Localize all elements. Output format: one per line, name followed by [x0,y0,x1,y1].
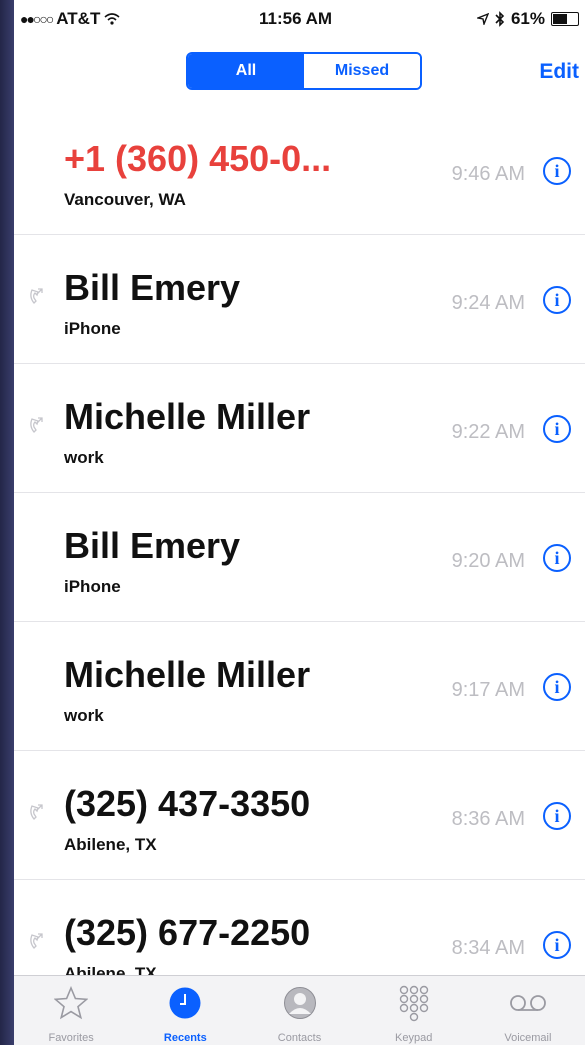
tab-favorites[interactable]: Favorites [14,976,128,1045]
status-time: 11:56 AM [259,9,333,28]
call-row[interactable]: Michelle Miller work 9:17 AM i [14,622,585,751]
keypad-icon [399,985,428,1022]
bluetooth-icon [495,11,505,27]
phone-screen: ●●○○○ AT&T 11:56 AM 61% All Missed Edit [14,0,585,1045]
tab-contacts[interactable]: Contacts [242,976,356,1045]
wifi-icon [104,13,120,25]
tab-label-contacts: Contacts [277,1032,322,1044]
info-icon[interactable]: i [543,286,571,314]
outgoing-call-icon [30,933,43,949]
info-icon[interactable]: i [543,673,571,701]
outgoing-call-icon [30,804,43,820]
device-frame [0,0,14,1045]
tab-label-keypad: Keypad [395,1032,433,1044]
recents-list: +1 (360) 450-0... Vancouver, WA 9:46 AM i Bi… [14,106,585,1009]
location-icon [476,13,489,25]
tab-voicemail[interactable]: Voicemail [471,976,585,1045]
tab-recents[interactable]: Recents [128,976,242,1045]
call-row[interactable]: Bill Emery iPhone 9:24 AM i [14,235,585,364]
person-circle-icon [283,987,316,1019]
segment-all[interactable]: All [188,54,304,88]
info-icon[interactable]: i [543,931,571,959]
battery-icon [551,12,579,26]
edit-button[interactable]: Edit [539,60,579,84]
outgoing-call-icon [30,417,43,433]
caller-name: Michelle Miller [64,654,311,695]
call-time: 9:22 AM [451,421,525,443]
caller-name: +1 (360) 450-0... [64,138,332,179]
info-icon[interactable]: i [543,544,571,572]
caller-name: (325) 437-3350 [64,783,311,824]
caller-detail: iPhone [64,577,121,596]
star-icon [54,986,89,1020]
call-time: 9:17 AM [451,679,525,701]
segment-missed[interactable]: Missed [304,54,420,88]
caller-detail: iPhone [64,319,121,338]
caller-detail: work [64,448,104,467]
call-row[interactable]: Michelle Miller work 9:22 AM i [14,364,585,493]
clock-icon [169,987,201,1019]
caller-name: Michelle Miller [64,396,311,437]
call-time: 9:46 AM [451,163,525,185]
info-icon[interactable]: i [543,415,571,443]
signal-icon: ●●○○○ [20,11,54,27]
tab-label-voicemail: Voicemail [504,1032,552,1044]
tab-label-favorites: Favorites [48,1032,94,1044]
status-right: 61% [476,9,579,29]
outgoing-call-icon [30,288,43,304]
call-time: 9:20 AM [451,550,525,572]
caller-name: Bill Emery [64,267,241,308]
tab-label-recents: Recents [163,1032,207,1044]
nav-bar: All Missed Edit [14,36,585,106]
status-bar: ●●○○○ AT&T 11:56 AM 61% [14,0,585,36]
caller-detail: work [64,706,104,725]
recents-filter-control[interactable]: All Missed [186,52,422,90]
call-time: 8:36 AM [451,808,525,830]
caller-detail: Vancouver, WA [64,190,186,209]
caller-detail: Abilene, TX [64,835,157,854]
info-icon[interactable]: i [543,157,571,185]
carrier-label: AT&T [56,9,101,28]
info-icon[interactable]: i [543,802,571,830]
tab-keypad[interactable]: Keypad [357,976,471,1045]
call-row[interactable]: +1 (360) 450-0... Vancouver, WA 9:46 AM i [14,106,585,235]
voicemail-icon [510,995,546,1011]
caller-name: (325) 677-2250 [64,912,311,953]
carrier-group: ●●○○○ AT&T [20,9,120,29]
tab-bar: Favorites Recents Contacts Keypad Voicem… [14,975,585,1045]
call-row[interactable]: (325) 437-3350 Abilene, TX 8:36 AM i [14,751,585,880]
caller-name: Bill Emery [64,525,241,566]
call-time: 9:24 AM [451,292,525,314]
call-time: 8:34 AM [451,937,525,959]
call-row[interactable]: Bill Emery iPhone 9:20 AM i [14,493,585,622]
battery-percent: 61% [510,9,545,28]
